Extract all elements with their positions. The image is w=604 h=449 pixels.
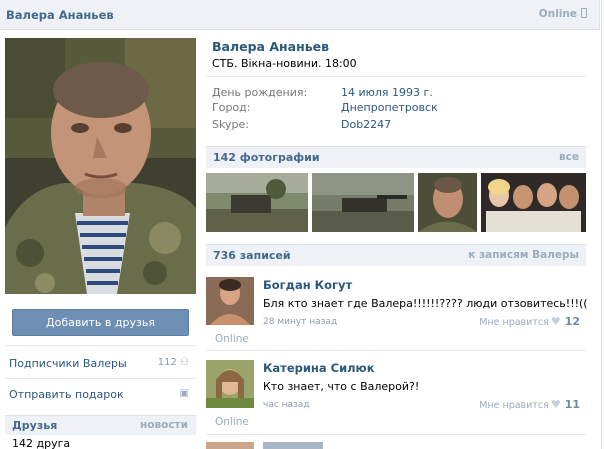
followers-count-value: 112 [157, 357, 177, 368]
friends-count: 142 друга [12, 437, 71, 449]
author-online-status: Online [215, 333, 249, 345]
post-author-avatar[interactable] [206, 442, 254, 449]
photos-all-link[interactable]: все [559, 151, 579, 163]
friends-news-link[interactable]: новости [140, 419, 188, 431]
photo-thumbnail[interactable] [312, 173, 414, 232]
like-button[interactable]: Мне нравится ♥ 11 [479, 398, 580, 411]
like-label: Мне нравится [479, 317, 549, 328]
post-author-name[interactable]: Катерина Силюк [263, 361, 375, 375]
skype-value[interactable]: Dob2247 [341, 118, 391, 131]
photo-strip [206, 173, 586, 233]
add-friend-button[interactable]: Добавить в друзья [12, 309, 189, 336]
posts-link[interactable]: к записям Валеры [468, 249, 579, 261]
divider [206, 350, 586, 351]
birthday-value[interactable]: 14 июля 1993 г. [341, 86, 433, 99]
profile-avatar[interactable] [5, 38, 196, 294]
divider [5, 345, 196, 346]
divider [206, 76, 586, 77]
post-text: Кто знает, что с Валерой?! [263, 380, 420, 393]
profile-status: СТБ. Вікна-новини. 18:00 [212, 57, 357, 70]
send-gift-link[interactable]: Отправить подарок ▣ [9, 388, 189, 401]
divider [5, 378, 196, 379]
post-time[interactable]: 28 минут назад [263, 317, 337, 327]
like-label: Мне нравится [479, 400, 549, 411]
skype-label: Skype: [212, 118, 249, 131]
header-user-name[interactable]: Валера Ананьев [6, 8, 114, 22]
posts-title[interactable]: 736 записей [213, 249, 291, 262]
heart-icon: ♥ [550, 398, 561, 411]
like-button[interactable]: Мне нравится ♥ 12 [479, 315, 580, 328]
post-author-name[interactable]: Богдан Когут [263, 278, 352, 292]
photo-thumbnail[interactable] [481, 173, 586, 232]
like-count: 12 [564, 315, 580, 328]
post-time[interactable]: час назад [263, 400, 310, 410]
followers-count: 112 ⚇ [158, 357, 189, 368]
photos-header: 142 фотографии все [206, 146, 586, 168]
online-label: Online [538, 8, 577, 20]
author-online-status: Online [215, 416, 249, 428]
post-author-name[interactable] [263, 442, 323, 449]
page-header: Валера Ананьев Online [0, 0, 600, 30]
birthday-label: День рождения: [212, 86, 308, 99]
profile-name: Валера Ананьев [212, 39, 330, 54]
post-text: Бля кто знает где Валера!!!!!!???? люди … [263, 297, 588, 310]
mobile-phone-icon [581, 8, 587, 18]
city-label: Город: [212, 101, 251, 114]
post-author-avatar[interactable] [206, 277, 254, 325]
followers-label: Подписчики Валеры [9, 357, 127, 370]
post-author-avatar[interactable] [206, 360, 254, 408]
people-icon: ⚇ [180, 357, 189, 368]
posts-header: 736 записей к записям Валеры [206, 244, 586, 266]
friends-title[interactable]: Друзья [12, 419, 57, 432]
like-count: 11 [564, 398, 580, 411]
photo-thumbnail[interactable] [206, 173, 308, 232]
online-status: Online [539, 8, 587, 20]
photo-thumbnail[interactable] [418, 173, 477, 232]
send-gift-label: Отправить подарок [9, 388, 124, 401]
friends-header: Друзья новости [5, 415, 196, 435]
city-value[interactable]: Днепропетровск [341, 101, 438, 114]
gift-icon: ▣ [179, 388, 189, 399]
photos-title[interactable]: 142 фотографии [213, 151, 320, 164]
profile-page: Валера Ананьев Online Добавить в друзья … [0, 0, 604, 449]
heart-icon: ♥ [550, 315, 561, 328]
divider [206, 434, 586, 435]
followers-link[interactable]: Подписчики Валеры 112 ⚇ [9, 357, 189, 370]
